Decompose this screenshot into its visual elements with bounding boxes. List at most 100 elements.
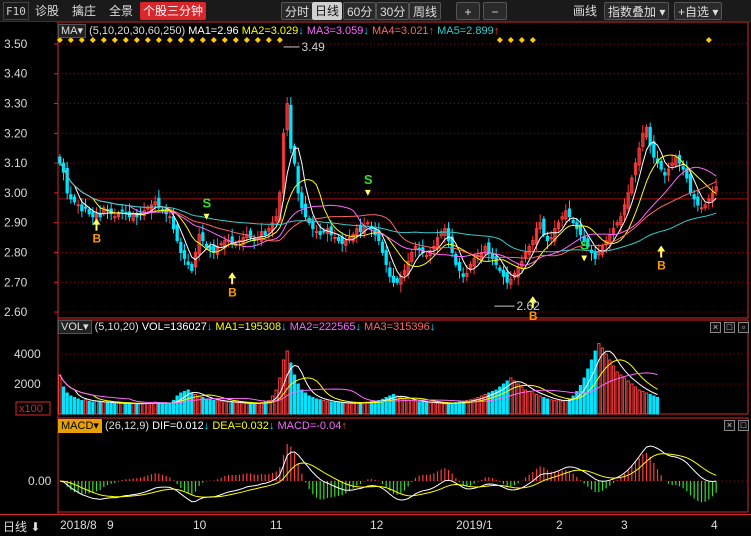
volume-bar — [652, 395, 656, 415]
ma5-value: MA5=2.899 — [437, 25, 494, 37]
maximize-icon[interactable]: □ — [738, 420, 749, 431]
daily-tab[interactable]: 日线 — [312, 2, 343, 20]
min30-tab[interactable]: 30分 — [376, 2, 410, 20]
date-label: 2 — [556, 518, 563, 532]
panorama-button[interactable]: 全景 — [106, 2, 136, 20]
date-label: 10 — [193, 518, 207, 532]
volume-bar — [149, 402, 154, 415]
candle-body — [391, 275, 396, 283]
candle-body — [76, 204, 80, 207]
add-favorite-label: +自选 — [678, 5, 710, 19]
volume-bar — [124, 403, 128, 415]
volume-bar — [369, 401, 374, 415]
ma-indicator-button[interactable]: MA▾ — [58, 24, 87, 38]
volume-bar — [644, 392, 649, 415]
stock-3min-button[interactable]: 个股三分钟 — [140, 2, 207, 20]
date-label: 9 — [107, 518, 114, 532]
date-label: 3 — [621, 518, 628, 532]
candle-body — [498, 267, 502, 271]
volume-bar — [611, 365, 616, 415]
settings-icon[interactable]: ▫ — [738, 322, 749, 333]
candle-body — [542, 218, 546, 236]
volume-bar — [69, 395, 73, 415]
arrow-up-icon: ↑ — [428, 25, 435, 37]
date-label: 2019/1 — [456, 518, 493, 532]
kline-chart[interactable]: 3.50 3.40 3.30 3.20 3.10 3.00 2.90 2.80 2.70 2.60… — [0, 22, 751, 514]
candle-body — [72, 196, 77, 203]
y-tick-label: 2.60 — [4, 305, 28, 319]
volume-bar — [307, 395, 311, 415]
candle-body — [692, 194, 696, 200]
macd-panel-controls: × □ — [724, 420, 749, 431]
timeshare-tab[interactable]: 分时 — [281, 2, 314, 20]
volume-legend: VOL▾ (5,10,20) VOL=136027↓ MA1=195308↓ M… — [58, 320, 435, 334]
volume-bar — [520, 386, 524, 415]
close-icon[interactable]: × — [710, 322, 721, 333]
zoom-out-button[interactable]: − — [483, 2, 507, 20]
index-overlay-dropdown[interactable]: 指数叠加 ▾ — [604, 2, 670, 20]
ma1-value: MA1=2.96 — [188, 25, 239, 37]
buy-signal-label: B — [228, 285, 237, 299]
ma3-value: MA3=3.059 — [306, 25, 364, 37]
macd-value: MACD=-0.04 — [277, 420, 342, 432]
volume-bar — [223, 401, 227, 415]
y-tick-label: 2.70 — [4, 275, 28, 289]
main-legend: MA▾ (5,10,20,30,60,250) MA1=2.96 MA2=3.0… — [58, 24, 499, 38]
macd-indicator-button[interactable]: MACD▾ — [58, 419, 102, 433]
volume-bar — [413, 400, 418, 415]
y-tick-label: 2.90 — [4, 216, 28, 230]
add-favorite-dropdown[interactable]: +自选 ▾ — [674, 2, 723, 20]
candle-body — [171, 216, 176, 230]
volume-bar — [182, 391, 187, 415]
dea-value: DEA=0.032 — [212, 420, 269, 432]
dif-value: DIF=0.012 — [152, 420, 204, 432]
draw-line-button[interactable]: 画线 — [570, 2, 600, 20]
volume-bar — [252, 403, 256, 415]
candle-body — [384, 250, 388, 265]
diagnose-button[interactable]: 诊股 — [32, 2, 62, 20]
weekly-tab[interactable]: 周线 — [409, 2, 442, 20]
period-selector[interactable]: 日线 ⬇ — [3, 518, 40, 535]
sell-signal-label: S — [364, 172, 373, 187]
close-icon[interactable]: × — [724, 420, 735, 431]
f10-button[interactable]: F10 — [3, 2, 29, 20]
volume-bar — [608, 359, 612, 415]
chart-area[interactable]: 3.50 3.40 3.30 3.20 3.10 3.00 2.90 2.80 2.70 2.60… — [0, 22, 751, 514]
volume-bar — [527, 391, 531, 415]
candle-body — [182, 250, 187, 259]
volume-bar — [355, 402, 359, 415]
volume-bar — [560, 400, 564, 415]
volume-bar — [285, 350, 289, 415]
date-label: 4 — [711, 518, 718, 532]
candle-body — [593, 251, 597, 259]
arrow-up-icon: ↑ — [493, 25, 500, 37]
volume-bar — [135, 403, 139, 415]
min60-tab[interactable]: 60分 — [343, 2, 377, 20]
volume-bar — [212, 400, 216, 415]
volume-bar — [296, 383, 300, 415]
ma4-value: MA4=3.021 — [371, 25, 429, 37]
date-axis: 日线 ⬇ 2018/8 9 10 11 12 2019/1 2 3 4 — [0, 514, 751, 536]
maximize-icon[interactable]: □ — [724, 322, 735, 333]
buy-signal-label: B — [529, 309, 538, 323]
zoom-in-button[interactable]: + — [456, 2, 480, 20]
vol-ma3-value: MA3=315396 — [364, 321, 430, 333]
capture-button[interactable]: 擒庄 — [69, 2, 99, 20]
y-tick-label: 3.00 — [4, 186, 28, 200]
candle-body — [69, 194, 73, 200]
candle-body — [487, 242, 491, 253]
volume-bar — [102, 401, 106, 415]
volume-bar — [432, 402, 436, 415]
candle-body — [248, 230, 253, 239]
arrow-down-icon: ↓ — [203, 420, 210, 432]
arrow-down-icon: ↓ — [429, 321, 436, 333]
volume-tick-label: 2000 — [14, 377, 41, 391]
buy-signal-label: B — [93, 232, 102, 246]
volume-bar — [175, 395, 179, 415]
volume-bar — [208, 399, 212, 415]
vol-indicator-button[interactable]: VOL▾ — [58, 320, 92, 334]
volume-bar — [457, 401, 462, 415]
candle-body — [567, 208, 572, 218]
volume-bar — [87, 400, 91, 415]
volume-bar — [131, 403, 135, 415]
